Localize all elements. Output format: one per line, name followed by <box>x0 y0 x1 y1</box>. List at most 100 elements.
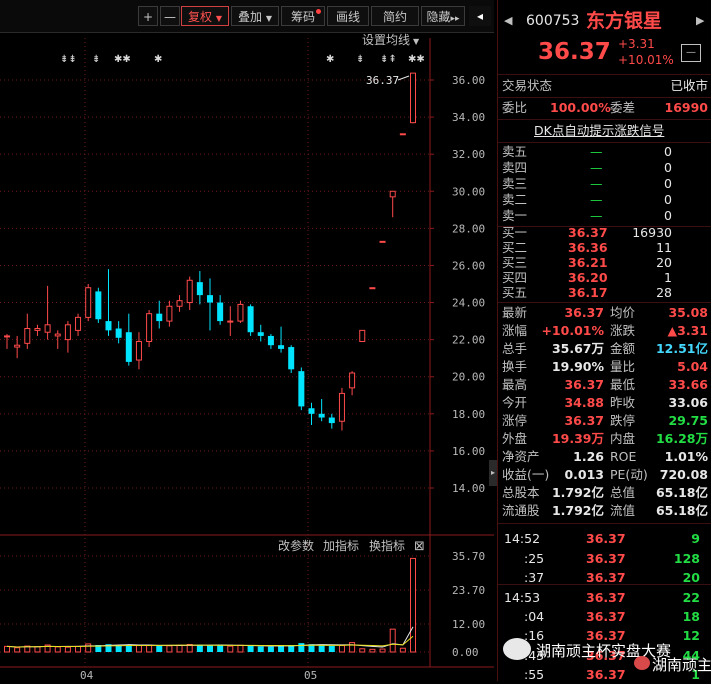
stat-label: 净资产 <box>502 449 540 464</box>
candle-body <box>166 305 173 322</box>
stock-name: 东方银星 <box>586 10 663 32</box>
jianyue-button[interactable]: 简约 <box>371 6 419 26</box>
change-indicator-button[interactable]: 换指标 <box>369 538 405 553</box>
stat-label: ROE <box>610 449 637 464</box>
volume-bar <box>298 643 305 652</box>
fuquan-label: 复权 <box>188 10 213 24</box>
stat-label: 换手 <box>502 359 528 374</box>
stat-value: +10.01% <box>541 323 604 338</box>
zoom-out-button[interactable]: — <box>160 6 180 26</box>
stats-row: 总手 35.67万 金额 12.51亿 <box>498 340 711 358</box>
close-indicator-icon[interactable]: ⊠ <box>414 539 425 554</box>
ask-label: 卖一 <box>502 208 528 223</box>
volume-bar <box>75 645 82 653</box>
tick-volume: 12 <box>682 628 700 643</box>
hide-button[interactable]: 隐藏▸▸ <box>421 6 465 26</box>
volume-bar <box>196 644 203 652</box>
volume-bar <box>227 645 234 653</box>
diejia-dropdown[interactable]: 叠加 ▼ <box>231 6 279 26</box>
candle-body <box>54 333 61 337</box>
fuquan-dropdown[interactable]: 复权 ▼ <box>181 6 229 26</box>
price-tick-label: 32.00 <box>452 148 485 161</box>
stats-row: 最高 36.37 最低 33.66 <box>498 376 711 394</box>
minimize-button[interactable]: — <box>681 44 701 62</box>
volume-bar <box>338 645 345 653</box>
kline-chart[interactable]: 设置均线 ▼ ⇟⇟ ⇟ ✱✱ ✱ ✱ ⇟ ⇟⇞ ✱✱ 36.37 36.0034.0032.0… <box>0 32 494 681</box>
stat-value: 36.37 <box>564 305 604 320</box>
dk-signal-link[interactable]: DK点自动提示涨跌信号 <box>534 122 664 140</box>
bid-label: 买一 <box>502 225 528 240</box>
signal-mark: ✱ <box>154 54 162 65</box>
diejia-label: 叠加 <box>238 10 263 24</box>
candle-body <box>4 335 10 338</box>
volume-bar <box>54 646 61 653</box>
volume-bar <box>166 645 173 653</box>
ask-row: 卖三 — 0 <box>498 176 711 192</box>
candle-body <box>278 345 285 349</box>
price-tick-label: 16.00 <box>452 445 485 458</box>
tick-volume: 9 <box>691 531 700 546</box>
stat-label: 内盘 <box>610 431 636 446</box>
ask-price: — <box>590 208 603 223</box>
candle-body <box>399 133 406 136</box>
ask-price: — <box>590 160 603 175</box>
zoom-in-button[interactable]: + <box>138 6 158 26</box>
stat-value: 5.04 <box>677 359 708 374</box>
bid-price: 36.36 <box>568 240 608 255</box>
volume-bar <box>379 648 386 653</box>
trade-status-value: 已收市 <box>670 78 708 93</box>
price-tick-label: 30.00 <box>452 185 485 198</box>
volume-tick-label: 23.70 <box>452 584 485 597</box>
bid-label: 买三 <box>502 255 528 270</box>
candle-body <box>24 328 31 344</box>
collapse-panel-button[interactable]: ◂ <box>469 6 491 26</box>
ask-volume: 0 <box>664 176 672 191</box>
candle-body <box>125 332 132 362</box>
volume-tick-label: 0.00 <box>452 646 479 659</box>
stat-value: 35.67万 <box>551 341 604 356</box>
signal-mark: ⇟⇟ <box>60 54 77 65</box>
bid-volume: 1 <box>664 270 672 285</box>
candle-body <box>359 329 366 342</box>
chevron-down-icon: ▼ <box>265 14 272 23</box>
notification-dot-icon <box>316 9 321 14</box>
ask-label: 卖四 <box>502 160 528 175</box>
bid-volume: 11 <box>656 240 672 255</box>
volume-bar <box>85 643 92 653</box>
prev-stock-icon[interactable]: ◀ <box>504 10 512 32</box>
chevron-down-icon: ▼ <box>215 14 222 23</box>
bid-price: 36.37 <box>568 225 608 240</box>
bid-row: 买四 36.20 1 <box>498 270 711 285</box>
volume-bar <box>247 645 254 652</box>
huaxian-button[interactable]: 画线 <box>327 6 369 26</box>
tick-time: 14:52 <box>504 531 541 546</box>
volume-bar <box>217 645 224 652</box>
tick-time: :25 <box>524 551 545 566</box>
candle-body <box>247 306 254 333</box>
ma-setting-link[interactable]: 设置均线 <box>362 33 410 47</box>
candle-body <box>64 324 71 341</box>
watermark-text: 湖南顽主杯实盘大赛 <box>536 642 672 660</box>
next-stock-icon[interactable]: ▶ <box>696 10 704 32</box>
ask-label: 卖二 <box>502 192 528 207</box>
stat-label: 总手 <box>502 341 528 356</box>
stat-label: 最新 <box>502 305 528 320</box>
stat-value: 19.39万 <box>551 431 604 446</box>
stat-label: 昨收 <box>610 395 636 410</box>
price-tick-label: 14.00 <box>452 482 485 495</box>
chevron-down-icon: ▼ <box>413 37 420 46</box>
stat-value: 29.75 <box>668 413 708 428</box>
stats-row: 流通股 1.792亿 流值 65.18亿 <box>498 502 711 520</box>
side-handle-icon[interactable]: ▸ <box>489 460 497 486</box>
add-indicator-button[interactable]: 加指标 <box>323 538 359 553</box>
change-params-button[interactable]: 改参数 <box>278 538 314 553</box>
candle-body <box>156 313 163 322</box>
double-arrow-icon: ▸▸ <box>450 14 460 24</box>
ask-volume: 0 <box>664 208 672 223</box>
tick-price: 36.37 <box>586 551 626 566</box>
tick-time: :04 <box>524 609 545 624</box>
stat-value: 36.37 <box>564 413 604 428</box>
volume-bar <box>115 645 122 652</box>
candle-body <box>217 302 224 322</box>
bid-volume: 20 <box>656 255 672 270</box>
